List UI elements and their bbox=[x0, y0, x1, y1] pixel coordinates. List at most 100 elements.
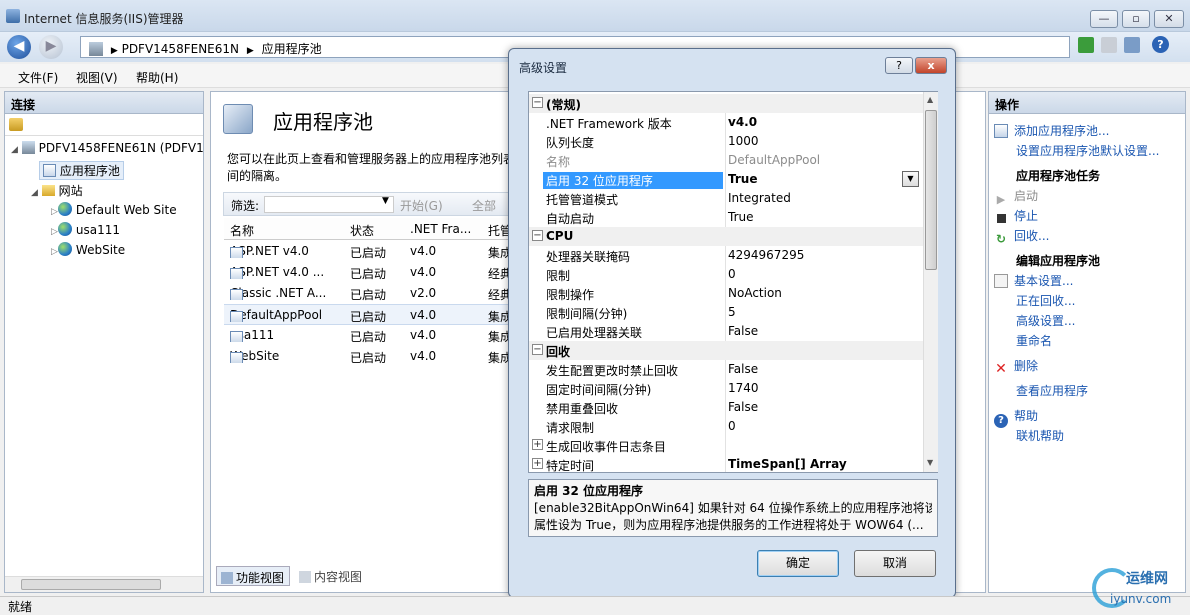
action-advanced[interactable]: 高级设置... bbox=[1016, 312, 1075, 329]
property-value[interactable]: v4.0 bbox=[728, 115, 757, 129]
collapse-icon[interactable]: − bbox=[532, 97, 543, 108]
property-value[interactable]: 1000 bbox=[728, 134, 759, 148]
property-scrollbar[interactable]: ▲ ▼ bbox=[923, 92, 938, 472]
action-delete[interactable]: ✕ 删除 bbox=[994, 357, 1038, 377]
property-row[interactable]: + 特定时间 TimeSpan[] Array bbox=[529, 455, 923, 472]
property-value[interactable]: False bbox=[728, 400, 758, 414]
property-value[interactable]: Integrated bbox=[728, 191, 791, 205]
table-row[interactable]: WebSite 已启动 v4.0 集成 bbox=[224, 346, 514, 367]
property-value[interactable]: NoAction bbox=[728, 286, 782, 300]
forward-button[interactable]: ▶ bbox=[39, 35, 63, 59]
property-value[interactable]: 1740 bbox=[728, 381, 759, 395]
action-add-pool[interactable]: 添加应用程序池... bbox=[994, 122, 1109, 139]
property-value[interactable]: 4294967295 bbox=[728, 248, 804, 262]
col-net[interactable]: .NET Fra... bbox=[410, 222, 471, 236]
property-category[interactable]: − CPU bbox=[529, 227, 923, 246]
property-row[interactable]: 名称 DefaultAppPool bbox=[529, 151, 923, 170]
property-row[interactable]: + 生成回收事件日志条目 bbox=[529, 436, 923, 455]
action-basic-settings[interactable]: 基本设置... bbox=[994, 272, 1073, 289]
show-all-button[interactable]: 全部 bbox=[472, 197, 496, 214]
breadcrumb-server[interactable]: PDFV1458FENE61N bbox=[122, 42, 239, 56]
scroll-up-icon[interactable]: ▲ bbox=[927, 95, 933, 104]
dropdown-arrow-icon[interactable]: ▼ bbox=[382, 196, 389, 206]
property-row[interactable]: 自动启动 True bbox=[529, 208, 923, 227]
action-help[interactable]: ? 帮助 bbox=[994, 407, 1038, 428]
cancel-button[interactable]: 取消 bbox=[854, 550, 936, 577]
tree-site-default[interactable]: ▷ Default Web Site bbox=[51, 202, 177, 217]
property-value[interactable]: DefaultAppPool bbox=[728, 153, 820, 167]
property-value[interactable]: 0 bbox=[728, 267, 736, 281]
close-button[interactable]: ✕ bbox=[1154, 10, 1184, 28]
property-scroll-thumb[interactable] bbox=[925, 110, 937, 270]
menu-view[interactable]: 视图(V) bbox=[76, 69, 118, 86]
collapse-icon[interactable]: − bbox=[532, 230, 543, 241]
table-row[interactable]: ASP.NET v4.0 已启动 v4.0 集成 bbox=[224, 241, 514, 262]
stop-icon[interactable] bbox=[1101, 37, 1117, 53]
property-row[interactable]: 禁用重叠回收 False bbox=[529, 398, 923, 417]
filter-input[interactable] bbox=[264, 196, 394, 213]
scroll-down-icon[interactable]: ▼ bbox=[927, 458, 933, 467]
connect-icon[interactable] bbox=[9, 118, 23, 131]
scroll-thumb[interactable] bbox=[21, 579, 161, 590]
horizontal-scrollbar[interactable] bbox=[5, 576, 203, 592]
action-recycling[interactable]: 正在回收... bbox=[1016, 292, 1075, 309]
property-value[interactable]: True bbox=[728, 172, 757, 186]
menu-file[interactable]: 文件(F) bbox=[18, 69, 58, 86]
property-value[interactable]: False bbox=[728, 324, 758, 338]
start-filter-button[interactable]: 开始(G) bbox=[400, 197, 443, 214]
value-dropdown-icon[interactable]: ▼ bbox=[902, 171, 919, 187]
expand-icon[interactable]: + bbox=[532, 439, 543, 450]
collapse-icon[interactable]: − bbox=[532, 344, 543, 355]
tree-server[interactable]: ◢ PDFV1458FENE61N (PDFV1 bbox=[11, 141, 204, 155]
property-category[interactable]: − (常规) bbox=[529, 94, 923, 113]
property-row[interactable]: 托管管道模式 Integrated bbox=[529, 189, 923, 208]
tree-app-pools[interactable]: 应用程序池 bbox=[39, 161, 124, 180]
table-row[interactable]: DefaultAppPool 已启动 v4.0 集成 bbox=[224, 304, 514, 325]
tree-site-website[interactable]: ▷ WebSite bbox=[51, 242, 125, 257]
help-icon[interactable]: ? bbox=[1152, 36, 1169, 53]
property-value[interactable]: 0 bbox=[728, 419, 736, 433]
property-category[interactable]: − 回收 bbox=[529, 341, 923, 360]
action-rename[interactable]: 重命名 bbox=[1016, 332, 1052, 349]
property-row[interactable]: 限制间隔(分钟) 5 bbox=[529, 303, 923, 322]
action-set-defaults[interactable]: 设置应用程序池默认设置... bbox=[1016, 142, 1159, 159]
tree-site-usa111[interactable]: ▷ usa111 bbox=[51, 222, 120, 237]
property-row[interactable]: 已启用处理器关联 False bbox=[529, 322, 923, 341]
action-recycle[interactable]: ↻ 回收... bbox=[994, 227, 1049, 246]
back-button[interactable]: ◀ bbox=[7, 35, 31, 59]
action-view-apps[interactable]: 查看应用程序 bbox=[1016, 382, 1088, 399]
col-status[interactable]: 状态 bbox=[350, 222, 374, 239]
property-row[interactable]: 启用 32 位应用程序 True ▼ bbox=[529, 170, 923, 189]
property-value[interactable]: 5 bbox=[728, 305, 736, 319]
property-value[interactable]: False bbox=[728, 362, 758, 376]
expand-icon[interactable]: + bbox=[532, 458, 543, 469]
dialog-help-button[interactable]: ? bbox=[885, 57, 913, 74]
refresh-icon[interactable] bbox=[1078, 37, 1094, 53]
action-stop[interactable]: 停止 bbox=[994, 207, 1038, 226]
table-row[interactable]: usa111 已启动 v4.0 集成 bbox=[224, 325, 514, 346]
tab-features-view[interactable]: 功能视图 bbox=[216, 566, 290, 586]
table-row[interactable]: ASP.NET v4.0 ... 已启动 v4.0 经典 bbox=[224, 262, 514, 283]
property-row[interactable]: 请求限制 0 bbox=[529, 417, 923, 436]
property-row[interactable]: .NET Framework 版本 v4.0 bbox=[529, 113, 923, 132]
col-name[interactable]: 名称 bbox=[230, 222, 254, 239]
action-start[interactable]: ▶ 启动 bbox=[994, 187, 1038, 207]
tab-content-view[interactable]: 内容视图 bbox=[295, 566, 369, 586]
ok-button[interactable]: 确定 bbox=[757, 550, 839, 577]
table-row[interactable]: Classic .NET A... 已启动 v2.0 经典 bbox=[224, 283, 514, 304]
action-online-help[interactable]: 联机帮助 bbox=[1016, 427, 1064, 444]
dialog-close-button[interactable]: x bbox=[915, 57, 947, 74]
tree-sites[interactable]: ◢ 网站 bbox=[31, 182, 83, 199]
property-row[interactable]: 处理器关联掩码 4294967295 bbox=[529, 246, 923, 265]
property-row[interactable]: 限制 0 bbox=[529, 265, 923, 284]
property-value[interactable]: True bbox=[728, 210, 754, 224]
property-value[interactable]: TimeSpan[] Array bbox=[728, 457, 847, 471]
maximize-button[interactable]: ▫ bbox=[1122, 10, 1150, 28]
property-row[interactable]: 固定时间间隔(分钟) 1740 bbox=[529, 379, 923, 398]
property-row[interactable]: 队列长度 1000 bbox=[529, 132, 923, 151]
property-row[interactable]: 发生配置更改时禁止回收 False bbox=[529, 360, 923, 379]
property-row[interactable]: 限制操作 NoAction bbox=[529, 284, 923, 303]
menu-help[interactable]: 帮助(H) bbox=[136, 69, 178, 86]
home-icon[interactable] bbox=[1124, 37, 1140, 53]
breadcrumb-app-pools[interactable]: 应用程序池 bbox=[262, 42, 322, 56]
